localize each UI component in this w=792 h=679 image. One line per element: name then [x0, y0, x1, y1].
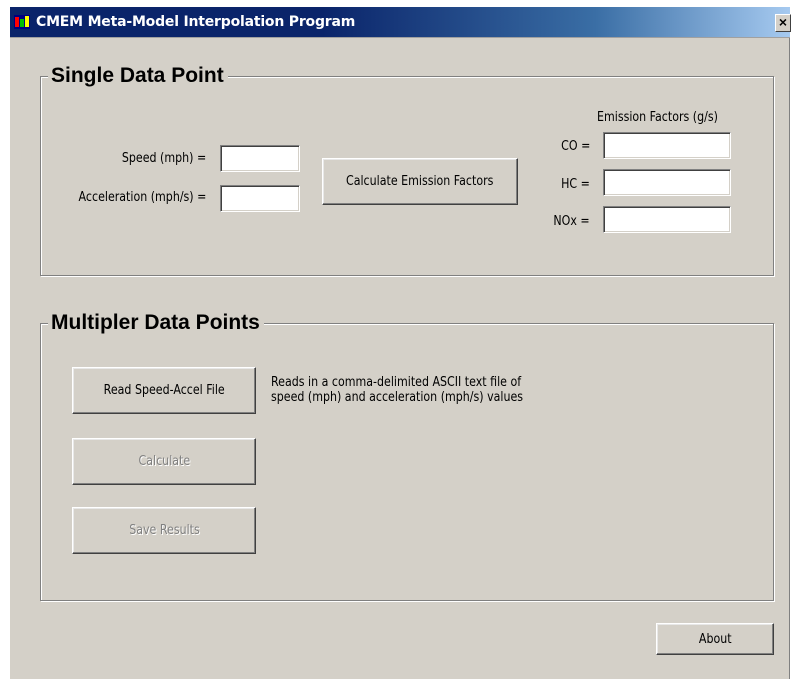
speed-label: Speed (mph) =	[121, 151, 206, 166]
about-label: About	[698, 631, 732, 647]
acceleration-input[interactable]	[220, 185, 300, 212]
close-button[interactable]: ×	[775, 14, 791, 32]
calculate-label: Calculate	[138, 454, 190, 469]
co-label: CO =	[560, 139, 590, 154]
multiple-data-points-title: Multipler Data Points	[48, 311, 264, 335]
save-results-button[interactable]: Save Results	[72, 507, 256, 554]
nox-output[interactable]	[603, 206, 731, 233]
app-window: CMEM Meta-Model Interpolation Program × …	[8, 6, 791, 679]
close-icon: ×	[778, 14, 788, 30]
nox-label: NOx =	[553, 214, 590, 229]
calculate-emission-factors-button[interactable]: Calculate Emission Factors	[322, 158, 518, 205]
read-file-description-line2: speed (mph) and acceleration (mph/s) val…	[271, 390, 524, 405]
window-title: CMEM Meta-Model Interpolation Program	[36, 14, 356, 30]
read-speed-accel-file-label: Read Speed-Accel File	[103, 383, 225, 398]
about-button[interactable]: About	[656, 623, 774, 655]
read-file-description-line1: Reads in a comma-delimited ASCII text fi…	[271, 375, 522, 390]
save-results-label: Save Results	[128, 523, 200, 538]
read-speed-accel-file-button[interactable]: Read Speed-Accel File	[72, 367, 256, 414]
co-output[interactable]	[603, 132, 731, 159]
read-file-description: Reads in a comma-delimited ASCII text fi…	[271, 375, 523, 405]
title-bar[interactable]: CMEM Meta-Model Interpolation Program ×	[10, 7, 791, 38]
emission-factors-header: Emission Factors (g/s)	[597, 110, 718, 125]
calculate-emission-factors-label: Calculate Emission Factors	[346, 174, 494, 189]
calculate-button[interactable]: Calculate	[72, 438, 256, 485]
single-data-point-title: Single Data Point	[48, 64, 228, 88]
hc-label: HC =	[561, 177, 590, 192]
acceleration-label: Acceleration (mph/s) =	[78, 190, 206, 205]
speed-input[interactable]	[220, 145, 300, 172]
hc-output[interactable]	[603, 169, 731, 196]
app-icon	[14, 15, 30, 29]
